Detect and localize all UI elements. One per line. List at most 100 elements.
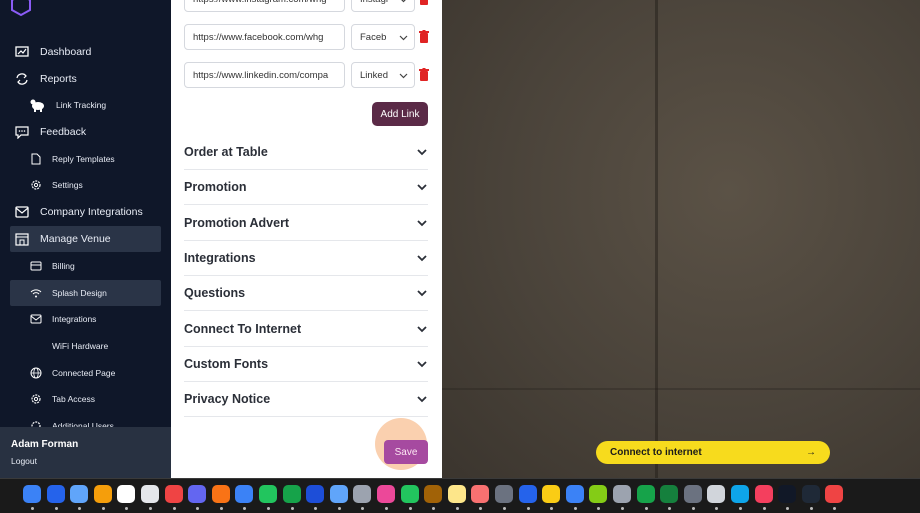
sidebar-item-dashboard[interactable]: Dashboard [10, 39, 161, 65]
dock-app-icon[interactable] [282, 485, 301, 503]
sidebar-item-splash-design[interactable]: Splash Design [10, 280, 161, 306]
accordion-section[interactable]: Promotion [184, 170, 428, 206]
dock-app-icon[interactable] [589, 485, 608, 503]
dock-running-indicator [267, 507, 270, 510]
sidebar-item-tab-access[interactable]: Tab Access [10, 386, 161, 412]
sidebar-item-label: Reports [40, 73, 77, 85]
mail-icon [30, 313, 42, 325]
accordion-section[interactable]: Integrations [184, 241, 428, 276]
accordion-section[interactable]: Custom Fonts [184, 347, 428, 382]
social-type-select[interactable]: Instagr [351, 0, 415, 12]
accordion-section-label: Connect To Internet [184, 321, 302, 336]
dock-app-icon[interactable] [46, 485, 65, 503]
social-type-select[interactable]: Linked [351, 62, 415, 88]
social-type-select[interactable]: Faceb [351, 24, 415, 50]
dock-app-icon[interactable] [707, 485, 726, 503]
dock-app-icon[interactable] [542, 485, 561, 503]
save-button[interactable]: Save [384, 440, 428, 464]
sidebar-item-wifi-hardware[interactable]: WiFi Hardware [10, 333, 161, 359]
sidebar-item-label: Manage Venue [40, 233, 111, 245]
dock-app-icon[interactable] [188, 485, 207, 503]
chevron-down-icon [417, 184, 427, 191]
dock-app-icon[interactable] [447, 485, 466, 503]
connect-to-internet-button[interactable]: Connect to internet → [596, 441, 830, 464]
settings-panel: https://www.instagram.com/whg Instagr ht… [171, 0, 442, 478]
sidebar-item-company-integrations[interactable]: Company Integrations [10, 199, 161, 225]
sidebar-item-reply-templates[interactable]: Reply Templates [10, 146, 161, 172]
dock-app-icon[interactable] [731, 485, 749, 503]
accordion-section[interactable]: Order at Table [184, 135, 428, 170]
dock-app-icon[interactable] [825, 485, 844, 503]
dock-running-indicator [573, 507, 577, 510]
dock-app-icon[interactable] [400, 485, 419, 503]
trash-icon[interactable] [419, 30, 429, 43]
dock-app-icon[interactable] [636, 485, 655, 503]
chevron-down-icon [417, 361, 427, 368]
dock-app-icon[interactable] [377, 485, 395, 503]
social-url-input[interactable]: https://www.linkedin.com/compa [184, 62, 345, 88]
app-logo-icon [11, 0, 31, 16]
social-url-input[interactable]: https://www.facebook.com/whg [184, 24, 345, 50]
dock-app-icon[interactable] [353, 485, 372, 503]
dock-app-icon[interactable] [778, 485, 797, 503]
dock-app-icon[interactable] [329, 485, 348, 503]
sidebar-item-link-tracking[interactable]: Link Tracking [10, 92, 161, 118]
dock-app-icon[interactable] [660, 485, 679, 503]
sidebar-item-feedback[interactable]: Feedback [10, 119, 161, 145]
dock-running-indicator [621, 507, 624, 510]
dock-running-indicator [172, 507, 176, 510]
dock-running-indicator [385, 507, 388, 510]
dock-app-icon[interactable] [141, 485, 159, 503]
chevron-down-icon [417, 396, 427, 403]
dock-app-icon[interactable] [117, 485, 136, 503]
dock-app-icon[interactable] [259, 485, 277, 503]
chevron-down-icon [417, 219, 427, 226]
logout-link[interactable]: Logout [11, 456, 37, 466]
dock-running-indicator [597, 507, 601, 510]
dock-running-indicator [31, 507, 34, 510]
add-link-button[interactable]: Add Link [372, 102, 428, 126]
social-link-row: https://www.linkedin.com/compa Linked [184, 62, 429, 88]
accordion-section[interactable]: Privacy Notice [184, 382, 428, 418]
social-type-value: Instagr [360, 0, 389, 5]
trash-icon[interactable] [419, 0, 429, 5]
dock-running-indicator [337, 507, 341, 510]
dock-app-icon[interactable] [495, 485, 513, 503]
dock-app-icon[interactable] [23, 485, 41, 503]
dock-running-indicator [101, 507, 105, 510]
dock-app-icon[interactable] [754, 485, 773, 503]
accordion-section[interactable]: Connect To Internet [184, 312, 428, 347]
sidebar-item-settings[interactable]: Settings [10, 172, 161, 198]
dock-app-icon[interactable] [211, 485, 230, 503]
accordion-section-label: Questions [184, 286, 246, 301]
sidebar-item-integrations[interactable]: Integrations [10, 306, 161, 332]
dock-app-icon[interactable] [801, 485, 820, 503]
dock-app-icon[interactable] [683, 485, 702, 503]
dock-running-indicator [361, 507, 365, 510]
dock-app-icon[interactable] [235, 485, 254, 503]
dock-app-icon[interactable] [306, 485, 325, 503]
dock-app-icon[interactable] [471, 485, 490, 503]
accordion-section[interactable]: Promotion Advert [184, 206, 428, 241]
sidebar-item-reports[interactable]: Reports [10, 66, 161, 92]
dock-app-icon[interactable] [93, 485, 112, 503]
dock-app-icon[interactable] [565, 485, 584, 503]
chart-icon [14, 44, 30, 60]
sidebar-item-connected-page[interactable]: Connected Page [10, 360, 161, 386]
dock-running-indicator [526, 507, 530, 510]
dock-app-icon[interactable] [424, 485, 443, 503]
dock-app-icon[interactable] [164, 485, 183, 503]
gear-icon [30, 179, 42, 191]
sidebar-item-billing[interactable]: Billing [10, 253, 161, 279]
trash-icon[interactable] [419, 68, 429, 81]
wall-seam [655, 0, 658, 478]
social-url-input[interactable]: https://www.instagram.com/whg [184, 0, 345, 12]
accordion-section[interactable]: Questions [184, 276, 428, 312]
dock-app-icon[interactable] [70, 485, 89, 503]
chevron-down-icon [417, 149, 427, 156]
chevron-down-icon [417, 290, 427, 297]
dock-app-icon[interactable] [518, 485, 537, 503]
dock-app-icon[interactable] [613, 485, 631, 503]
sidebar-item-manage-venue[interactable]: Manage Venue [10, 226, 161, 252]
dock-running-indicator [479, 507, 483, 510]
